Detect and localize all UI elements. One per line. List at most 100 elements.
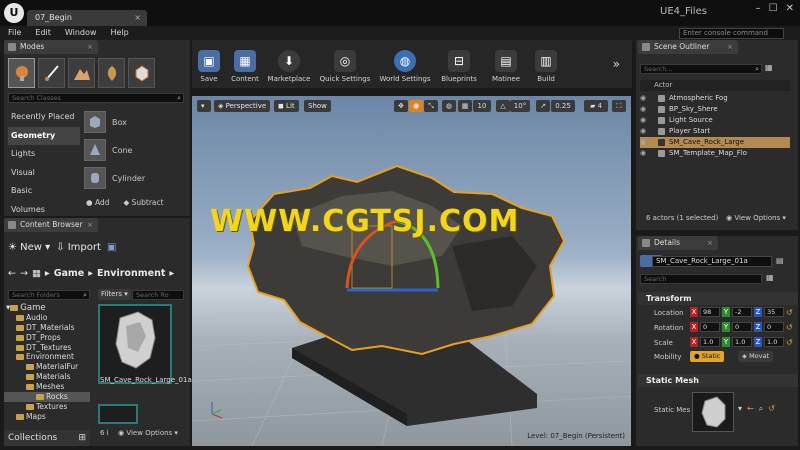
import-button[interactable]: ⇩ Import [56, 242, 101, 253]
lock-icon[interactable]: ▤ [776, 256, 784, 265]
outliner-bp-sky-sphere[interactable]: ◉ BP_Sky_Shere [640, 104, 790, 115]
reset-rotation-icon[interactable]: ↺ [786, 323, 793, 332]
close-icon[interactable]: × [134, 10, 141, 26]
content-button[interactable]: ▦ Content [226, 40, 264, 88]
menu-window[interactable]: Window [65, 26, 97, 40]
subtract-brush-option[interactable]: ◆ Subtract [123, 198, 163, 207]
filters-button[interactable]: Filters ▾ [98, 289, 131, 300]
show-button[interactable]: Show [304, 100, 331, 112]
shape-box[interactable]: Box [82, 108, 188, 136]
mobility-movable-button[interactable]: ◈ Movat [738, 351, 774, 362]
level-tab[interactable]: 07_Begin × [27, 10, 147, 26]
details-view-icon[interactable]: ▦ [766, 273, 774, 282]
static-mesh-dropdown-icon[interactable]: ▾ [738, 404, 742, 414]
outliner-settings-icon[interactable]: ▦ [765, 63, 773, 72]
scale-icon[interactable]: ⤡ [424, 100, 438, 112]
matinee-button[interactable]: ▤ Matinee [484, 40, 528, 88]
maximize-viewport-icon[interactable]: ⛶ [612, 100, 626, 112]
folder-rocks[interactable]: Rocks [4, 392, 90, 402]
outliner-column-header[interactable]: Actor [640, 80, 790, 91]
category-volumes[interactable]: Volumes [8, 201, 80, 220]
shape-cone[interactable]: Cone [82, 136, 188, 164]
folder-audio[interactable]: Audio [4, 313, 90, 323]
rotation-y[interactable]: 0 [732, 322, 752, 332]
category-lights[interactable]: Lights [8, 145, 80, 164]
reset-scale-icon[interactable]: ↺ [786, 338, 793, 347]
browse-icon[interactable]: ⌕ [759, 404, 763, 414]
close-window-icon[interactable]: ✕ [786, 3, 794, 14]
folder-dt-materials[interactable]: DT_Materials [4, 323, 90, 333]
use-selected-icon[interactable]: ← [747, 404, 754, 414]
paint-mode-icon[interactable] [38, 58, 65, 88]
object-name-field[interactable]: SM_Cave_Rock_Large_01a [652, 256, 772, 267]
outliner-view-options-button[interactable]: ◉ View Options ▾ [726, 214, 786, 222]
reset-location-icon[interactable]: ↺ [786, 308, 793, 317]
blueprints-button[interactable]: ⊟ Blueprints [434, 40, 484, 88]
folder-dt-props[interactable]: DT_Props [4, 333, 90, 343]
outliner-sm-template-map-floor[interactable]: ◉ SM_Template_Map_Flo [640, 148, 790, 159]
outliner-sm-cave-rock-large[interactable]: ◉ SM_Cave_Rock_Large [640, 137, 790, 148]
search-icon[interactable]: ⌕ [755, 65, 759, 73]
scale-x[interactable]: 1.0 [700, 337, 720, 347]
translate-icon[interactable]: ✥ [394, 100, 408, 112]
tab-modes[interactable]: Modes × [4, 40, 98, 54]
folder-tree-icon[interactable]: ▦ [32, 268, 41, 279]
category-recently-placed[interactable]: Recently Placed [8, 108, 80, 127]
foliage-mode-icon[interactable] [98, 58, 125, 88]
rotation-x[interactable]: 0 [700, 322, 720, 332]
shape-cylinder[interactable]: Cylinder [82, 164, 188, 192]
location-y[interactable]: -2 [732, 307, 752, 317]
new-asset-button[interactable]: ☀ New ▾ [8, 242, 50, 253]
outliner-light-source[interactable]: ◉ Light Source [640, 115, 790, 126]
breadcrumb-game[interactable]: Game [54, 268, 85, 279]
tab-content-browser[interactable]: Content Browser × [4, 218, 98, 232]
scale-snap-value[interactable]: 0.25 [551, 100, 575, 112]
static-mesh-thumbnail[interactable] [692, 392, 734, 432]
folder-textures[interactable]: Textures [4, 402, 90, 412]
scale-y[interactable]: 1.0 [732, 337, 752, 347]
search-classes-input[interactable]: Search Classes ⌕ [8, 93, 184, 103]
level-viewport[interactable]: ▾ ◈ Perspective ◼ Lit Show ✥ ◉ ⤡ ◍ ▦ 10 … [192, 96, 631, 446]
marketplace-button[interactable]: ⬇ Marketplace [264, 40, 314, 88]
folder-game[interactable]: ▾ Game [4, 303, 90, 313]
place-mode-icon[interactable] [8, 58, 35, 88]
mobility-static-button[interactable]: ● Static [690, 351, 725, 362]
scale-snap-icon[interactable]: ↗ [536, 100, 550, 112]
rotate-icon[interactable]: ◉ [409, 100, 423, 112]
save-all-icon[interactable]: ▣ [107, 242, 116, 253]
category-geometry[interactable]: Geometry [8, 126, 80, 145]
location-x[interactable]: 98 [700, 307, 720, 317]
tab-details[interactable]: Details × [638, 236, 718, 250]
rotation-snap-icon[interactable]: △ [496, 100, 510, 112]
minimize-icon[interactable]: – [756, 3, 761, 14]
lit-button[interactable]: ◼ Lit [274, 100, 299, 112]
folder-dt-textures[interactable]: DT_Textures [4, 343, 90, 353]
search-folders-input[interactable]: Search Folders ⌕ [8, 290, 90, 300]
asset-thumbnail[interactable] [98, 304, 172, 384]
search-assets-input[interactable]: Search Ro [132, 290, 184, 300]
add-brush-option[interactable]: ● Add [86, 198, 109, 207]
geometry-edit-mode-icon[interactable] [128, 58, 155, 88]
save-button[interactable]: ▣ Save [192, 40, 226, 88]
close-icon[interactable]: × [87, 218, 93, 232]
scale-z[interactable]: 1.0 [764, 337, 784, 347]
folder-materials[interactable]: Materials [4, 372, 90, 382]
view-options-button[interactable]: ◉ View Options ▾ [118, 429, 178, 437]
folder-maps[interactable]: Maps [4, 412, 90, 422]
menu-file[interactable]: File [8, 26, 21, 40]
asset-thumbnail-2[interactable] [98, 404, 138, 424]
outliner-search-input[interactable]: Search... ⌕ [640, 64, 762, 74]
close-icon[interactable]: × [707, 236, 713, 250]
category-visual[interactable]: Visual [8, 164, 80, 183]
breadcrumb-environment[interactable]: Environment [97, 268, 165, 279]
category-basic[interactable]: Basic [8, 182, 80, 201]
rotation-snap-value[interactable]: 10° [510, 100, 530, 112]
menu-edit[interactable]: Edit [35, 26, 51, 40]
forward-arrow-icon[interactable]: → [20, 268, 28, 279]
console-input[interactable]: Enter console command [679, 28, 784, 39]
menu-help[interactable]: Help [110, 26, 128, 40]
outliner-player-start[interactable]: ◉ Player Start [640, 126, 790, 137]
collections-bar[interactable]: Collections ⊞ [4, 430, 90, 446]
location-z[interactable]: 35 [764, 307, 784, 317]
world-space-icon[interactable]: ◍ [442, 100, 456, 112]
